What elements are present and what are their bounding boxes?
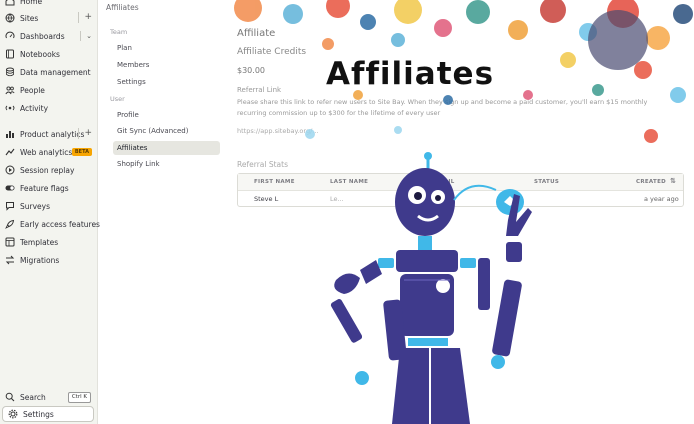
add-icon[interactable]: + [78,12,92,23]
nav-item-sites[interactable]: Sites + [0,10,98,26]
nav-item-activity[interactable]: Activity [0,100,98,116]
cell-created: a year ago [644,195,679,203]
activity-icon [5,103,15,113]
nav-item-label: Migrations [20,255,60,265]
referral-table: FIRST NAME LAST NAME EMAIL STATUS CREATE… [237,173,684,207]
replay-icon [5,165,15,175]
nav-item-label: Activity [20,103,49,113]
column-created[interactable]: CREATED [636,179,666,185]
settings-subnav: Affiliates Team Plan Members Settings Us… [99,0,227,424]
subnav-item-settings[interactable]: Settings [113,75,220,89]
beta-badge: BETA [71,148,92,156]
user-heading: User [110,95,125,103]
subnav-item-plan[interactable]: Plan [113,41,220,55]
column-status[interactable]: STATUS [534,179,559,185]
nav-item-migrations[interactable]: Migrations [0,252,98,268]
migration-icon [5,255,15,265]
web-analytics-icon [5,147,15,157]
column-first-name[interactable]: FIRST NAME [254,179,295,185]
rocket-icon [5,219,15,229]
nav-item-label: Notebooks [20,49,60,59]
column-email[interactable]: EMAIL [434,179,455,185]
subnav-item-members[interactable]: Members [113,58,220,72]
home-icon [5,0,15,6]
nav-item-session-replay[interactable]: Session replay [0,162,98,178]
notebook-icon [5,49,15,59]
gear-icon [8,409,18,419]
cell-last-name: Le... [330,195,344,203]
database-icon [5,67,15,77]
nav-item-surveys[interactable]: Surveys [0,198,98,214]
cell-first-name: Steve L [254,195,279,203]
globe-icon [5,13,15,23]
nav-item-label: Early access features [20,219,100,229]
team-heading: Team [110,28,128,36]
referral-label: Referral Link [237,86,282,94]
nav-item-label: Home [20,0,43,6]
nav-item-early-access-features[interactable]: Early access features [0,216,100,232]
stats-heading: Referral Stats [237,160,288,169]
nav-item-home[interactable]: Home [0,0,98,9]
nav-item-label: Sites [20,13,39,23]
nav-item-label: Feature flags [20,183,69,193]
people-icon [5,85,15,95]
template-icon [5,237,15,247]
credits-value: $30.00 [237,66,265,75]
referral-link[interactable]: https://app.sitebay.org/... [237,127,319,135]
nav-item-label: Data management [20,67,91,77]
nav-item-people[interactable]: People [0,82,98,98]
nav-item-label: Web analytics [20,147,73,157]
sort-icon[interactable]: ⇅ [670,177,676,185]
nav-settings[interactable]: Settings [2,406,94,422]
nav-item-templates[interactable]: Templates [0,234,98,250]
subnav-item-git-sync[interactable]: Git Sync (Advanced) [113,124,220,138]
bar-chart-icon [5,129,15,139]
left-nav: Home Sites + Dashboards ⌄ Notebooks Data manag… [0,0,100,424]
subnav-item-affiliates[interactable]: Affiliates [113,141,220,155]
search-label: Search [20,392,46,402]
overlay-title: Affiliates [325,56,495,92]
settings-label: Settings [23,409,54,419]
search-shortcut: Ctrl K [67,392,91,403]
table-header: FIRST NAME LAST NAME EMAIL STATUS CREATE… [238,174,683,191]
search-icon [5,392,15,402]
nav-item-notebooks[interactable]: Notebooks [0,46,98,62]
column-last-name[interactable]: LAST NAME [330,179,368,185]
chevron-down-icon[interactable]: ⌄ [80,31,92,41]
nav-item-label: Templates [20,237,59,247]
nav-search[interactable]: Search Ctrl K [0,389,98,405]
nav-item-label: Surveys [20,201,50,211]
nav-item-dashboards[interactable]: Dashboards ⌄ [0,28,98,44]
dashboard-icon [5,31,15,41]
survey-icon [5,201,15,211]
credits-heading: Affiliate Credits [237,47,307,57]
nav-item-feature-flags[interactable]: Feature flags [0,180,98,196]
nav-item-label: Product analytics [20,129,85,139]
subnav-item-profile[interactable]: Profile [113,108,220,122]
nav-item-label: People [20,85,45,95]
subnav-title: Affiliates [106,3,139,12]
nav-item-web-analytics[interactable]: Web analytics BETA [0,144,98,160]
subnav-item-shopify-link[interactable]: Shopify Link [113,157,220,171]
table-row: Steve L Le... a year ago [238,191,683,207]
nav-item-product-analytics[interactable]: Product analytics + [0,126,98,142]
nav-item-data-management[interactable]: Data management [0,64,98,80]
toggle-icon [5,183,15,193]
add-icon[interactable]: + [78,128,92,139]
nav-item-label: Session replay [20,165,75,175]
referral-description: Please share this link to refer new user… [237,98,648,117]
nav-item-label: Dashboards [20,31,65,41]
page-title: Affiliate [237,28,276,39]
